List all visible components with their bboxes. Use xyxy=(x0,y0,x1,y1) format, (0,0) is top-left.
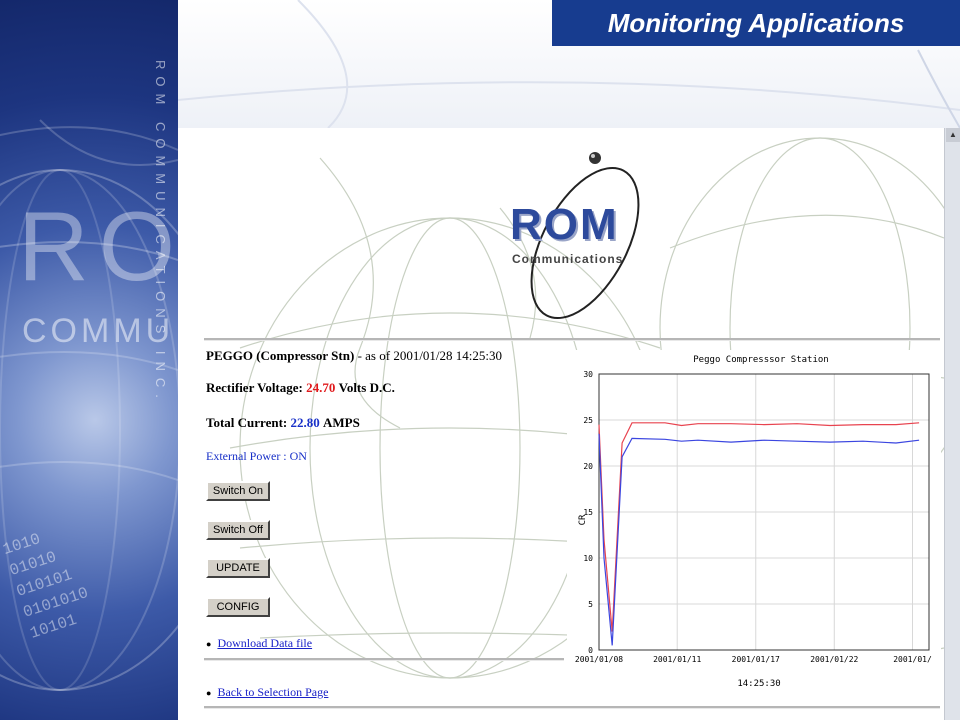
chart-title: Peggo Compresssor Station xyxy=(693,355,828,365)
divider xyxy=(204,338,940,341)
station-chart: Peggo Compresssor Station CR 14:25:30 05… xyxy=(567,350,941,688)
logo-name: ROM xyxy=(510,200,619,249)
external-power-status: External Power : ON xyxy=(206,449,307,463)
chart-ytick-label: 0 xyxy=(588,646,593,655)
download-data-link[interactable]: Download Data file xyxy=(217,636,312,650)
chart-xtick-label: 2001/01/08 xyxy=(575,655,623,664)
divider xyxy=(204,658,564,661)
current-unit: AMPS xyxy=(323,415,360,430)
rom-logo: ROM Communications xyxy=(510,148,660,323)
chart-xtick-label: 2001/01/ xyxy=(893,655,932,664)
chart-ytick-label: 20 xyxy=(583,462,593,471)
voltage-value: 24.70 xyxy=(306,380,336,395)
voltage-unit: Volts D.C. xyxy=(338,380,395,395)
side-decoration-panel: RO COMMU ROM COMMUNICATIONS INC. 1010 01… xyxy=(0,0,178,720)
station-name: PEGGO (Compressor Stn) xyxy=(206,348,355,363)
chart-series-line-1 xyxy=(598,422,920,632)
chart-xtick-label: 2001/01/11 xyxy=(653,655,701,664)
bullet-icon: ● xyxy=(206,639,212,649)
chart-time-label: 14:25:30 xyxy=(737,679,780,688)
back-link-row: ● Back to Selection Page xyxy=(206,685,328,700)
chart-ytick-label: 5 xyxy=(588,600,593,609)
current-value: 22.80 xyxy=(290,415,320,430)
current-line: Total Current: 22.80 AMPS xyxy=(206,415,360,431)
page-scrollbar[interactable]: ▲ xyxy=(944,128,960,720)
chart-ytick-label: 30 xyxy=(583,370,593,379)
current-label: Total Current: xyxy=(206,415,288,430)
slide-title: Monitoring Applications xyxy=(552,0,960,46)
station-timestamp: 2001/01/28 14:25:30 xyxy=(393,348,503,363)
station-web-page: ROM Communications PEGGO (Compressor Stn… xyxy=(200,128,944,720)
download-link-row: ● Download Data file xyxy=(206,636,312,651)
station-header: PEGGO (Compressor Stn) - as of 2001/01/2… xyxy=(206,348,502,364)
chart-xtick-label: 2001/01/17 xyxy=(732,655,780,664)
chart-ytick-label: 10 xyxy=(583,554,593,563)
divider xyxy=(204,706,940,709)
back-to-selection-link[interactable]: Back to Selection Page xyxy=(217,685,328,699)
update-button[interactable]: UPDATE xyxy=(206,558,270,578)
voltage-label: Rectifier Voltage: xyxy=(206,380,303,395)
chart-ytick-label: 25 xyxy=(583,416,593,425)
voltage-line: Rectifier Voltage: 24.70 Volts D.C. xyxy=(206,380,395,396)
chart-ytick-label: 15 xyxy=(583,508,593,517)
asof-prefix: - as of xyxy=(357,348,391,363)
chart-xtick-label: 2001/01/22 xyxy=(810,655,858,664)
scroll-up-arrow-icon[interactable]: ▲ xyxy=(946,128,960,142)
config-button[interactable]: CONFIG xyxy=(206,597,270,617)
switch-on-button[interactable]: Switch On xyxy=(206,481,270,501)
logo-tagline: Communications xyxy=(512,252,624,266)
bullet-icon: ● xyxy=(206,688,212,698)
switch-off-button[interactable]: Switch Off xyxy=(206,520,270,540)
